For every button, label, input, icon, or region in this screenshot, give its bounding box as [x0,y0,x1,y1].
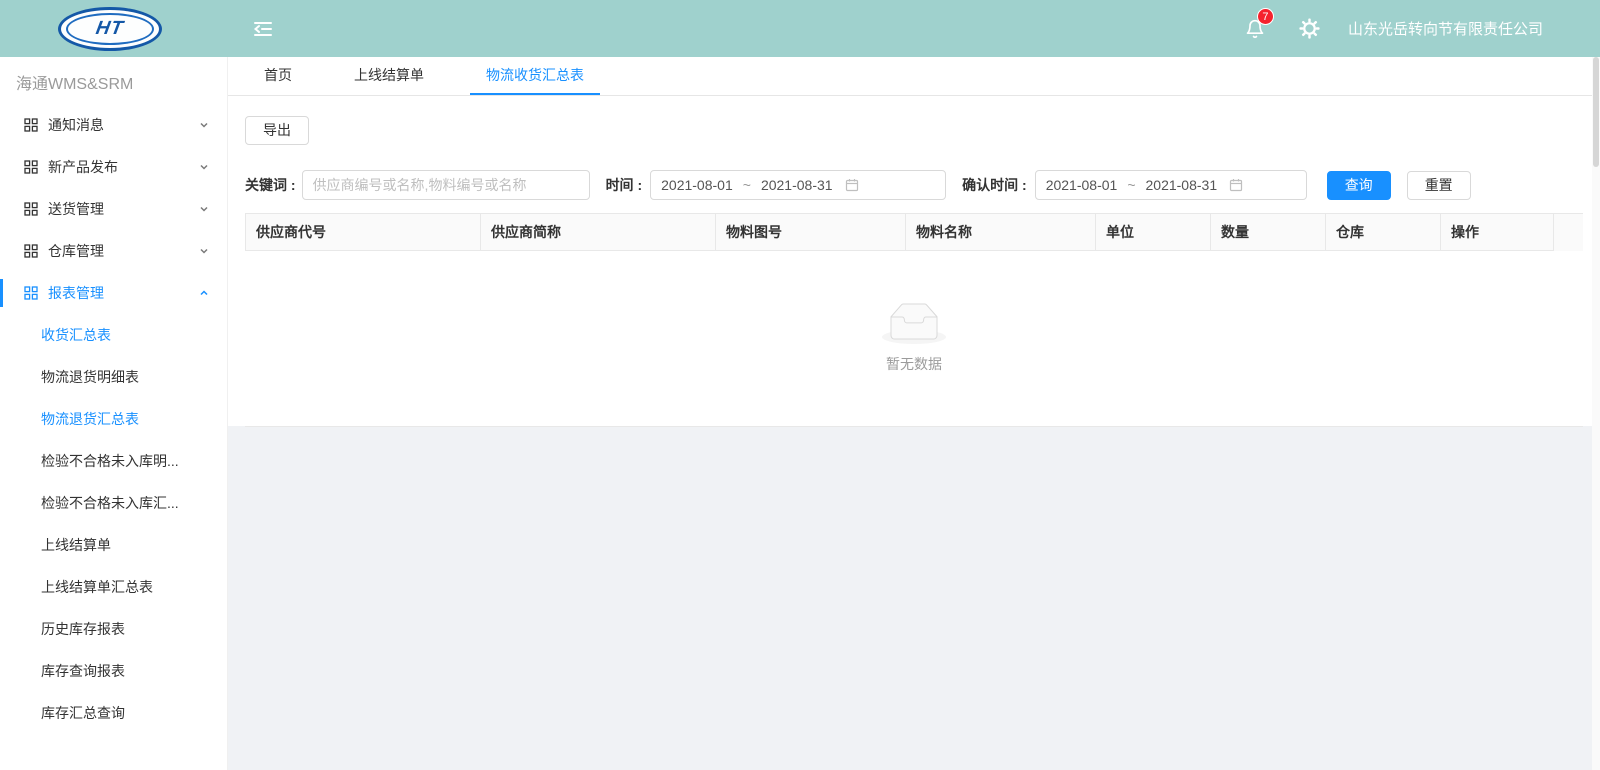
chevron-up-icon [199,288,209,298]
time-start-date: 2021-08-01 [661,177,733,193]
sidebar: 海通WMS&SRM 通知消息 新产品发布 送货管理 [0,57,228,770]
chevron-down-icon [199,246,209,256]
grid-icon [24,160,38,174]
subitem-label: 检验不合格未入库明... [41,451,179,471]
notification-badge: 7 [1257,8,1274,25]
sidebar-subitem-online-settlement-summary[interactable]: 上线结算单汇总表 [0,566,227,608]
export-button[interactable]: 导出 [245,116,309,145]
empty-box-icon [882,303,946,344]
sidebar-subitem-history-inventory[interactable]: 历史库存报表 [0,608,227,650]
chevron-down-icon [199,204,209,214]
settings-gear-icon[interactable] [1298,17,1322,41]
app-header: HT 7 [0,0,1600,57]
confirm-start-date: 2021-08-01 [1046,177,1118,193]
main-area: 首页 上线结算单 物流收货汇总表 导出 关键词 : 时间 : 2021-08-0… [228,57,1600,770]
tab-label: 上线结算单 [354,65,424,85]
sidebar-item-notifications[interactable]: 通知消息 [0,104,227,146]
subitem-label: 库存查询报表 [41,661,125,681]
reset-button[interactable]: 重置 [1407,171,1471,200]
sidebar-item-label: 报表管理 [48,283,104,303]
keyword-input[interactable] [302,170,590,200]
sidebar-item-reports[interactable]: 报表管理 [0,272,227,314]
column-header-supplier-name: 供应商简称 [481,214,716,251]
time-label: 时间 : [606,175,643,195]
confirm-time-range-picker[interactable]: 2021-08-01 ~ 2021-08-31 [1035,170,1307,200]
sidebar-menu: 通知消息 新产品发布 送货管理 仓库管理 [0,104,227,734]
column-header-supplier-code: 供应商代号 [246,214,481,251]
company-logo: HT [57,6,163,52]
calendar-icon [1229,178,1243,192]
subitem-label: 检验不合格未入库汇... [41,493,179,513]
calendar-icon [845,178,859,192]
sidebar-item-label: 送货管理 [48,199,104,219]
sidebar-item-warehouse[interactable]: 仓库管理 [0,230,227,272]
column-header-material-name: 物料名称 [906,214,1096,251]
header-right: 7 山东光岳转向节有限责任公司 [1242,16,1600,42]
column-header-quantity: 数量 [1211,214,1326,251]
subitem-label: 收货汇总表 [41,325,111,345]
tab-bar: 首页 上线结算单 物流收货汇总表 [228,57,1600,96]
confirm-end-date: 2021-08-31 [1146,177,1218,193]
sidebar-subitem-return-detail[interactable]: 物流退货明细表 [0,356,227,398]
table-header-row: 供应商代号 供应商简称 物料图号 物料名称 单位 数量 仓库 操作 [245,213,1583,251]
reports-submenu: 收货汇总表 物流退货明细表 物流退货汇总表 检验不合格未入库明... 检验不合格… [0,314,227,734]
tab-online-settlement[interactable]: 上线结算单 [338,57,440,95]
notification-bell-icon[interactable]: 7 [1242,16,1268,42]
sidebar-app-title: 海通WMS&SRM [0,57,227,104]
sidebar-item-label: 新产品发布 [48,157,118,177]
sidebar-item-label: 仓库管理 [48,241,104,261]
subitem-label: 上线结算单汇总表 [41,577,153,597]
column-header-warehouse: 仓库 [1326,214,1441,251]
sidebar-subitem-receiving-summary[interactable]: 收货汇总表 [0,314,227,356]
logo-text: HT [94,18,125,40]
subitem-label: 上线结算单 [41,535,111,555]
tab-logistics-receiving-summary[interactable]: 物流收货汇总表 [470,57,600,95]
column-header-unit: 单位 [1096,214,1211,251]
results-table: 供应商代号 供应商简称 物料图号 物料名称 单位 数量 仓库 操作 [245,213,1583,427]
vertical-scrollbar[interactable] [1592,57,1600,770]
sidebar-subitem-online-settlement[interactable]: 上线结算单 [0,524,227,566]
grid-icon [24,118,38,132]
sidebar-subitem-inventory-summary[interactable]: 库存汇总查询 [0,692,227,734]
keyword-label: 关键词 : [245,175,296,195]
chevron-down-icon [199,162,209,172]
sidebar-subitem-inventory-query[interactable]: 库存查询报表 [0,650,227,692]
table-empty-state: 暂无数据 [245,251,1583,427]
content-panel: 导出 关键词 : 时间 : 2021-08-01 ~ 2021-08-31 确认… [228,96,1600,426]
grid-icon [24,244,38,258]
sidebar-subitem-inspection-fail-summary[interactable]: 检验不合格未入库汇... [0,482,227,524]
logo-inner-ring: HT [66,13,154,45]
sidebar-subitem-return-summary[interactable]: 物流退货汇总表 [0,398,227,440]
subitem-label: 物流退货明细表 [41,367,139,387]
empty-text: 暂无数据 [886,354,942,374]
subitem-label: 库存汇总查询 [41,703,125,723]
grid-icon [24,286,38,300]
search-button[interactable]: 查询 [1327,171,1391,200]
sidebar-subitem-inspection-fail-detail[interactable]: 检验不合格未入库明... [0,440,227,482]
range-separator: ~ [743,177,751,193]
sidebar-item-new-product[interactable]: 新产品发布 [0,146,227,188]
menu-fold-icon[interactable] [249,15,277,43]
subitem-label: 历史库存报表 [41,619,125,639]
logo-ellipse: HT [58,7,162,51]
scrollbar-thumb[interactable] [1593,57,1599,167]
filter-row: 关键词 : 时间 : 2021-08-01 ~ 2021-08-31 确认时间 … [245,170,1583,200]
subitem-label: 物流退货汇总表 [41,409,139,429]
tab-label: 首页 [264,65,292,85]
tab-label: 物流收货汇总表 [486,65,584,85]
tab-home[interactable]: 首页 [248,57,308,95]
time-end-date: 2021-08-31 [761,177,833,193]
time-range-picker[interactable]: 2021-08-01 ~ 2021-08-31 [650,170,946,200]
sidebar-item-delivery[interactable]: 送货管理 [0,188,227,230]
confirm-time-label: 确认时间 : [962,175,1027,195]
grid-icon [24,202,38,216]
column-header-material-drawing: 物料图号 [716,214,906,251]
range-separator: ~ [1127,177,1135,193]
sidebar-item-label: 通知消息 [48,115,104,135]
column-header-actions: 操作 [1441,214,1554,251]
company-name: 山东光岳转向节有限责任公司 [1348,18,1543,39]
chevron-down-icon [199,120,209,130]
